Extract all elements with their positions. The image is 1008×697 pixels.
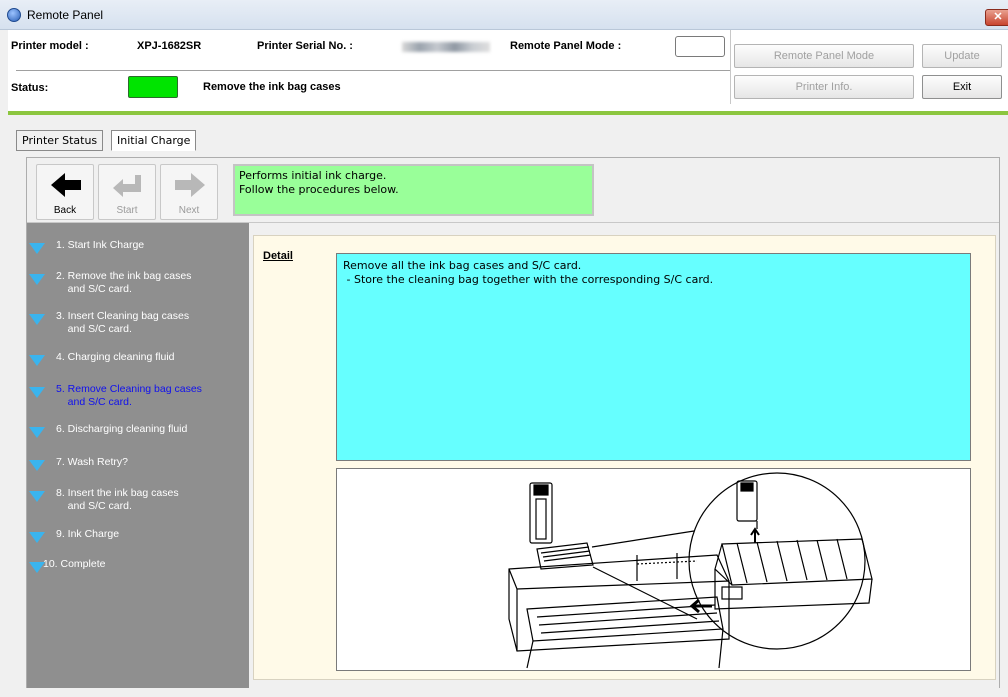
step-triangle-icon (29, 460, 45, 471)
serial-number-redacted (402, 42, 490, 52)
printer-info-panel: Printer model : XPJ-1682SR Printer Seria… (8, 30, 1008, 112)
app-icon (7, 8, 21, 22)
printer-model-label: Printer model : (11, 40, 89, 52)
next-button[interactable]: Next (160, 164, 218, 220)
title-bar: Remote Panel ✕ (0, 0, 1008, 30)
procedure-illustration (336, 468, 971, 671)
remote-panel-mode-label: Remote Panel Mode : (510, 40, 622, 52)
next-label: Next (178, 205, 200, 216)
remote-panel-mode-button[interactable]: Remote Panel Mode (734, 44, 914, 68)
instruction-box: Performs initial ink charge. Follow the … (233, 164, 594, 216)
printer-info-button[interactable]: Printer Info. (734, 75, 914, 99)
printer-model-value: XPJ-1682SR (137, 40, 202, 52)
update-button[interactable]: Update (922, 44, 1002, 68)
start-label: Start (116, 205, 138, 216)
step-triangle-icon (29, 243, 45, 254)
remote-panel-mode-indicator (675, 36, 725, 57)
instruction-line-2: Follow the procedures below. (239, 183, 399, 196)
detail-text: Remove all the ink bag cases and S/C car… (336, 253, 971, 461)
close-button[interactable]: ✕ (985, 9, 1008, 26)
steps-sidebar: 1. Start Ink Charge 2. Remove the ink ba… (27, 223, 249, 688)
back-label: Back (53, 205, 77, 216)
divider (16, 70, 731, 71)
step-triangle-icon (29, 532, 45, 543)
return-arrow-icon (113, 175, 141, 197)
back-arrow-icon (51, 173, 81, 197)
serial-label: Printer Serial No. : (257, 40, 353, 52)
divider (730, 30, 731, 104)
accent-divider (8, 111, 1008, 115)
next-arrow-icon (175, 173, 205, 197)
printer-ink-removal-illustration (508, 472, 873, 669)
step-triangle-icon (29, 491, 45, 502)
start-button[interactable]: Start (98, 164, 156, 220)
step-triangle-icon (29, 387, 45, 398)
step-triangle-icon (29, 274, 45, 285)
step-triangle-icon (29, 314, 45, 325)
back-button[interactable]: Back (36, 164, 94, 220)
tab-initial-charge[interactable]: Initial Charge (111, 130, 197, 151)
detail-label: Detail (263, 250, 293, 262)
tab-printer-status[interactable]: Printer Status (16, 130, 104, 151)
instruction-line-1: Performs initial ink charge. (239, 169, 387, 182)
window-title: Remote Panel (27, 8, 104, 22)
step-triangle-icon (29, 355, 45, 366)
status-text: Remove the ink bag cases (203, 81, 341, 93)
exit-button[interactable]: Exit (922, 75, 1002, 99)
step-triangle-icon (29, 427, 45, 438)
status-label: Status: (11, 82, 49, 94)
status-indicator (128, 76, 178, 98)
